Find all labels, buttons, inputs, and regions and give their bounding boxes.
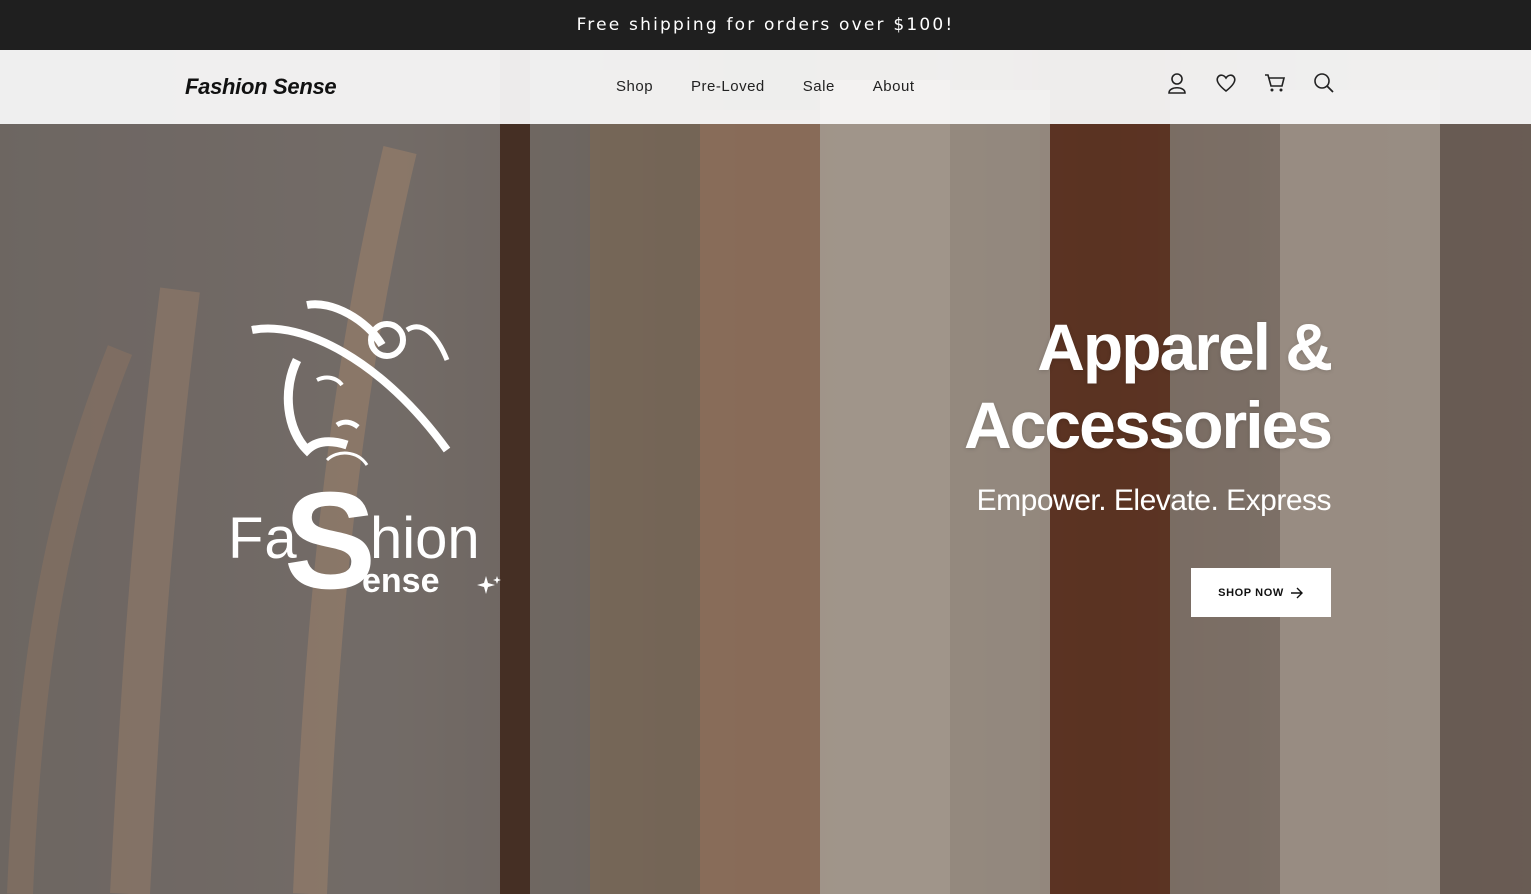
hero-title: Apparel & Accessories [964,308,1333,464]
shop-now-button[interactable]: SHOP NOW [1191,568,1331,617]
logo-text-ense: ense [362,562,440,600]
nav-about[interactable]: About [873,78,915,95]
nav-pre-loved[interactable]: Pre-Loved [691,78,765,95]
nav-sale[interactable]: Sale [803,78,835,95]
search-icon[interactable] [1313,71,1335,95]
announcement-bar: Free shipping for orders over $100! [0,0,1531,50]
brand-logo[interactable]: Fashion Sense [185,74,337,100]
woman-hat-icon [251,300,451,466]
site-header: Fashion Sense Shop Pre-Loved Sale About [0,50,1531,124]
nav-shop[interactable]: Shop [616,78,653,95]
announcement-text: Free shipping for orders over $100! [576,15,955,35]
hero-subtitle: Empower. Elevate. Express [976,484,1332,517]
cart-icon[interactable] [1264,71,1286,95]
header-actions [1166,71,1335,95]
hero-logo: Fa S hion ense [222,300,512,610]
heart-icon[interactable] [1215,71,1237,95]
hero-title-line2: Accessories [964,388,1333,462]
hero-title-line1: Apparel & [1037,310,1333,384]
arrow-right-icon [1290,587,1303,598]
main-nav: Shop Pre-Loved Sale About [616,78,915,95]
user-icon[interactable] [1166,71,1188,95]
shop-now-label: SHOP NOW [1218,586,1284,599]
sparkle-icon [477,576,501,594]
